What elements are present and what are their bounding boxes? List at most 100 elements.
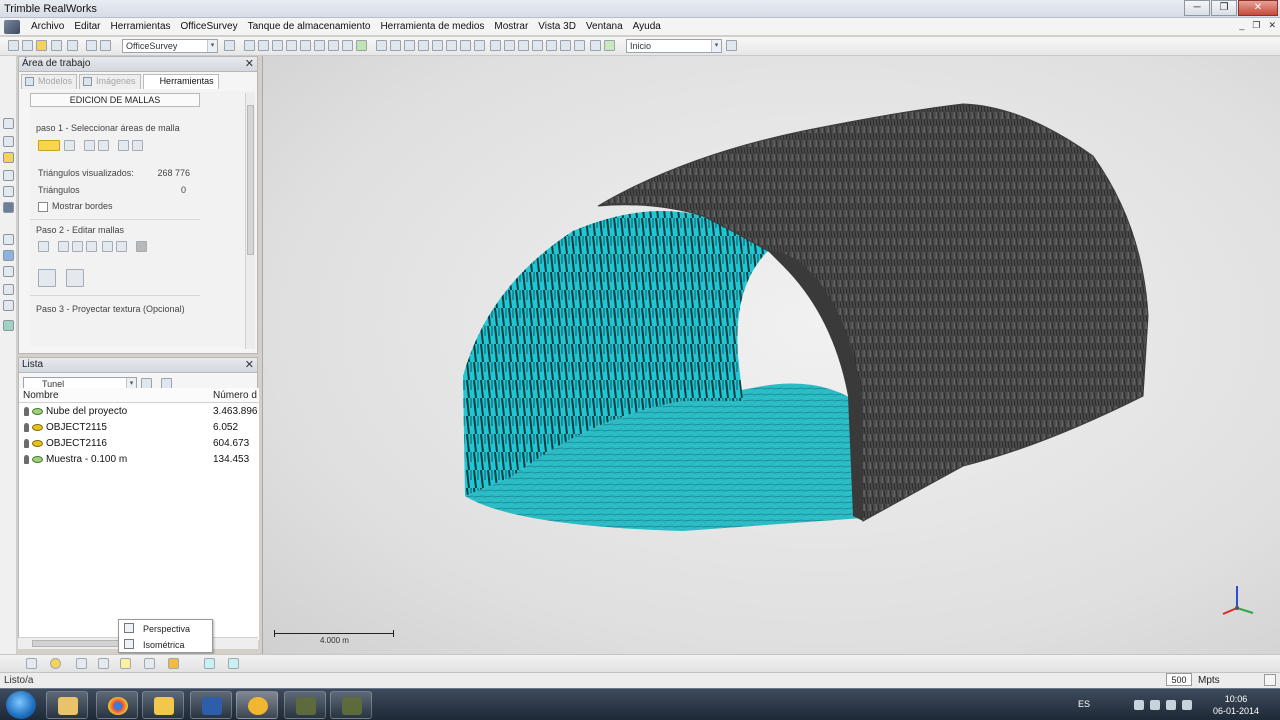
tool-icon[interactable] — [328, 40, 339, 51]
clear-icon[interactable] — [132, 140, 143, 151]
minimize-button[interactable]: ─ — [1184, 0, 1210, 16]
close-icon[interactable]: ✕ — [245, 57, 254, 71]
axis-gizmo-icon[interactable] — [1217, 578, 1257, 618]
lasso-icon[interactable] — [64, 140, 75, 151]
taskbar-mail[interactable] — [142, 691, 184, 719]
tool-icon[interactable] — [418, 40, 429, 51]
mdi-restore-button[interactable]: ❐ — [1252, 20, 1260, 31]
column-count[interactable]: Número d — [213, 390, 257, 401]
view-icon[interactable] — [26, 658, 37, 669]
menu-officesurvey[interactable]: OfficeSurvey — [176, 21, 243, 32]
tab-imagenes[interactable]: Imágenes — [79, 74, 141, 89]
tool-icon[interactable] — [376, 40, 387, 51]
sphere-icon[interactable] — [50, 658, 61, 669]
taskbar-app[interactable] — [236, 691, 278, 719]
tool-icon[interactable] — [726, 40, 737, 51]
tool-icon[interactable] — [446, 40, 457, 51]
list-item[interactable]: Muestra - 0.100 m 134.453 — [19, 452, 259, 468]
edit-icon[interactable] — [102, 241, 113, 252]
edit-icon[interactable] — [86, 241, 97, 252]
edit-icon[interactable] — [58, 241, 69, 252]
tool-icon[interactable] — [560, 40, 571, 51]
clock[interactable]: 10:06 06-01-2014 — [1206, 693, 1266, 717]
check-icon[interactable] — [356, 40, 367, 51]
measure-icon[interactable] — [604, 40, 615, 51]
taskbar-word[interactable] — [190, 691, 232, 719]
settings-icon[interactable] — [1264, 674, 1276, 686]
menu-item-isometrica[interactable]: Isométrica — [121, 637, 211, 652]
menu-tanque[interactable]: Tanque de almacenamiento — [243, 21, 376, 32]
tool-icon[interactable] — [474, 40, 485, 51]
tool-icon[interactable] — [258, 40, 269, 51]
points-budget-input[interactable]: 500 — [1166, 673, 1192, 686]
menu-ayuda[interactable]: Ayuda — [628, 21, 666, 32]
volume-icon[interactable] — [1182, 700, 1192, 710]
view-combo[interactable]: Inicio ▾ — [626, 39, 722, 53]
tool-icon[interactable] — [504, 40, 515, 51]
taskbar-chrome[interactable] — [96, 691, 138, 719]
station-icon[interactable] — [224, 40, 235, 51]
taskbar-explorer[interactable] — [46, 691, 88, 719]
tool-icon[interactable] — [3, 250, 14, 261]
delete-icon[interactable] — [38, 241, 49, 252]
tool-icon[interactable] — [490, 40, 501, 51]
workspace-scrollbar[interactable] — [245, 93, 255, 349]
deselect-icon[interactable] — [98, 140, 109, 151]
tool-icon[interactable] — [546, 40, 557, 51]
chevron-down-icon[interactable]: ▾ — [711, 40, 721, 52]
view-icon[interactable] — [76, 658, 87, 669]
tool-icon[interactable] — [532, 40, 543, 51]
tool-icon[interactable] — [404, 40, 415, 51]
select-icon[interactable] — [84, 140, 95, 151]
mdi-minimize-button[interactable]: _ — [1239, 20, 1244, 31]
list-item[interactable]: OBJECT2116 604.673 — [19, 436, 259, 452]
visibility-pin-icon[interactable] — [24, 439, 29, 448]
view-icon[interactable] — [144, 658, 155, 669]
column-name[interactable]: Nombre — [23, 390, 59, 401]
view-icon[interactable] — [204, 658, 215, 669]
tab-modelos[interactable]: Modelos — [21, 74, 78, 89]
tab-herramientas[interactable]: Herramientas — [142, 74, 219, 89]
start-button[interactable] — [6, 691, 36, 719]
reset-button[interactable] — [66, 269, 84, 287]
view-icon[interactable] — [228, 658, 239, 669]
tool-icon[interactable] — [3, 152, 14, 163]
tool-icon[interactable] — [3, 186, 14, 197]
view-icon[interactable] — [98, 658, 109, 669]
close-button[interactable]: ✕ — [1238, 0, 1278, 16]
maximize-button[interactable]: ❐ — [1211, 0, 1237, 16]
tool-icon[interactable] — [3, 136, 14, 147]
menu-vista-3d[interactable]: Vista 3D — [533, 21, 581, 32]
tray-arrow-icon[interactable] — [1134, 700, 1144, 710]
visibility-pin-icon[interactable] — [24, 455, 29, 464]
tool-icon[interactable] — [3, 234, 14, 245]
print-icon[interactable] — [67, 40, 78, 51]
list-item[interactable]: Nube del proyecto 3.463.896 — [19, 404, 259, 420]
invert-icon[interactable] — [118, 140, 129, 151]
tool-icon[interactable] — [342, 40, 353, 51]
apply-button[interactable] — [38, 269, 56, 287]
menu-herramientas[interactable]: Herramientas — [105, 21, 175, 32]
new-icon[interactable] — [8, 40, 19, 51]
menu-archivo[interactable]: Archivo — [26, 21, 69, 32]
tool-icon[interactable] — [314, 40, 325, 51]
taskbar-realworks-2[interactable] — [330, 691, 372, 719]
menu-herramienta-medios[interactable]: Herramienta de medios — [375, 21, 489, 32]
project-combo[interactable]: OfficeSurvey ▾ — [122, 39, 218, 53]
visibility-pin-icon[interactable] — [24, 407, 29, 416]
tool-icon[interactable] — [3, 202, 14, 213]
fill-icon[interactable] — [136, 241, 147, 252]
tool-icon[interactable] — [590, 40, 601, 51]
view-icon[interactable] — [168, 658, 179, 669]
tool-icon[interactable] — [286, 40, 297, 51]
open-icon[interactable] — [22, 40, 33, 51]
undo-icon[interactable] — [86, 40, 97, 51]
scroll-thumb[interactable] — [247, 105, 254, 255]
edit-icon[interactable] — [72, 241, 83, 252]
visibility-pin-icon[interactable] — [24, 423, 29, 432]
zoom-icon[interactable] — [3, 284, 14, 295]
chevron-down-icon[interactable]: ▾ — [207, 40, 217, 52]
tool-icon[interactable] — [574, 40, 585, 51]
app-icon[interactable] — [4, 19, 20, 34]
tool-icon[interactable] — [432, 40, 443, 51]
